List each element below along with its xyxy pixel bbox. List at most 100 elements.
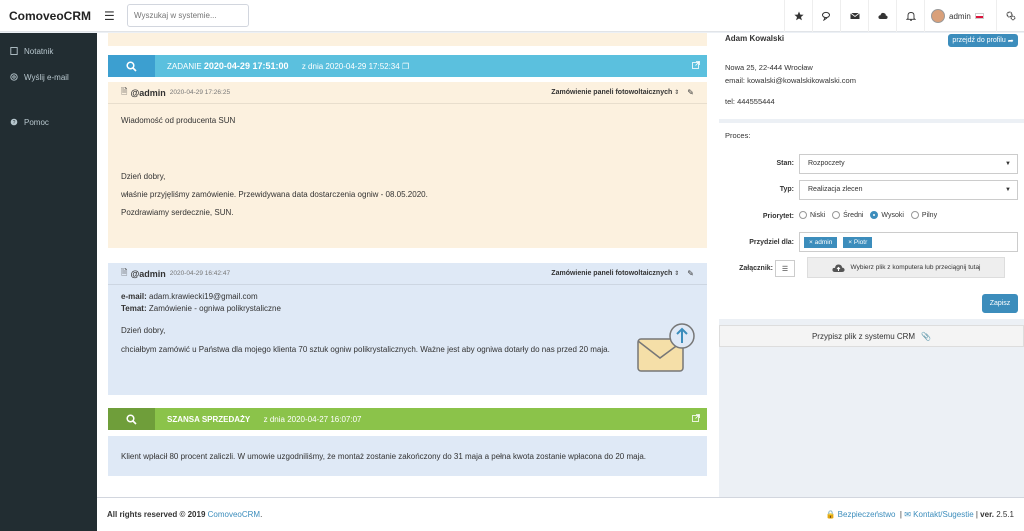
priority-radio-sredni[interactable]: Średni [832, 211, 863, 219]
message-line: Pozdrawiamy serdecznie, SUN. [121, 208, 234, 217]
opportunity-label: SZANSA SPRZEDAŻY [167, 414, 251, 424]
subject-label: Temat: [121, 304, 147, 313]
chat-icon[interactable] [812, 0, 840, 32]
dropdown-arrow-icon: ▼ [1005, 161, 1011, 167]
footer: All rights reserved © 2019 ComoveoCRM. 🔒… [97, 497, 1024, 531]
main-content: ZADANIE 2020-04-29 17:51:00 z dnia 2020-… [97, 33, 719, 497]
assign-input[interactable]: × admin × Piotr [799, 232, 1018, 252]
version-value: 2.5.1 [996, 510, 1014, 519]
sidebar: Notatnik Wyślij e-mail ? Pomoc [0, 33, 97, 531]
contact-email: email: kowalski@kowalskikowalski.com [725, 76, 856, 85]
note-text: Klient wpłacił 80 procent zaliczli. W um… [121, 452, 647, 461]
subject-value: Zamówienie - ogniwa polikrystaliczne [148, 304, 281, 313]
process-title: Proces: [725, 131, 751, 140]
share-icon: ➦ [1007, 37, 1014, 45]
contact-phone: tel: 444555444 [725, 97, 775, 106]
priority-radio-niski[interactable]: Niski [799, 211, 825, 219]
stan-select[interactable]: Rozpoczety ▼ [799, 154, 1018, 174]
caret-icon[interactable]: ⇕ [674, 270, 679, 277]
attach-label: Załącznik: [739, 265, 773, 272]
message-line: chciałbym zamówić u Państwa dla mojego k… [121, 345, 610, 354]
opportunity-header[interactable]: SZANSA SPRZEDAŻY z dnia 2020-04-27 16:07… [108, 408, 707, 430]
assign-label: Przydziel dla: [749, 239, 794, 246]
avatar [931, 9, 945, 23]
caret-icon[interactable]: ⇕ [674, 89, 679, 96]
email-value: adam.krawiecki19@gmail.com [149, 292, 258, 301]
upload-dropzone[interactable]: Wybierz plik z komputera lub przeciągnij… [807, 257, 1005, 278]
cloud-upload-icon [831, 263, 845, 272]
typ-select[interactable]: Realizacja zlecen ▼ [799, 180, 1018, 200]
message-card-client: 🗎 @admin 2020-04-29 16:42:47 Zamówienie … [108, 263, 707, 395]
message-category[interactable]: Zamówienie paneli fotowoltaicznych [551, 89, 672, 96]
star-icon[interactable] [784, 0, 812, 32]
sidebar-item-send-email[interactable]: Wyślij e-mail [0, 68, 97, 86]
message-card-supplier: 🗎 @admin 2020-04-29 17:26:25 Zamówienie … [108, 82, 707, 248]
message-line: właśnie przyjęliśmy zamówienie. Przewidy… [121, 190, 428, 199]
assign-file-button[interactable]: Przypisz plik z systemu CRM 📎 [719, 325, 1024, 347]
opportunity-from-prefix: z dnia [263, 414, 285, 424]
at-icon [10, 73, 18, 81]
priority-radio-wysoki[interactable]: Wysoki [870, 211, 904, 219]
typ-value: Realizacja zlecen [808, 186, 863, 193]
document-icon: 🗎 [121, 267, 128, 277]
profile-button[interactable]: przejdź do profilu ➦ [948, 34, 1018, 47]
assignee-tag[interactable]: × Piotr [843, 237, 873, 248]
document-icon: 🗎 [121, 86, 128, 96]
profile-button-label: przejdź do profilu [952, 37, 1006, 44]
edit-icon[interactable]: ✎ [687, 88, 694, 97]
copy-icon[interactable]: ❐ [402, 62, 409, 71]
email-upload-icon [637, 323, 695, 372]
sidebar-item-help[interactable]: ? Pomoc [0, 113, 97, 131]
contact-link[interactable]: ✉ Kontakt/Sugestie [904, 510, 973, 519]
save-button[interactable]: Zapisz [982, 294, 1018, 313]
message-line: Dzień dobry, [121, 326, 166, 335]
lock-icon: 🔒 [825, 510, 836, 519]
priority-radio-pilny[interactable]: Pilny [910, 211, 937, 219]
list-icon[interactable]: ☰ [775, 260, 795, 277]
edit-icon[interactable]: ✎ [687, 269, 694, 278]
cloud-icon[interactable] [868, 0, 896, 32]
priority-label: Priorytet: [762, 213, 794, 220]
right-panel: Adam Kowalski przejdź do profilu ➦ Nowa … [719, 33, 1024, 497]
menu-toggle-icon[interactable]: ☰ [104, 9, 115, 23]
contact-address: Nowa 25, 22-444 Wrocław [725, 63, 813, 72]
mail-icon[interactable] [840, 0, 868, 32]
task-header[interactable]: ZADANIE 2020-04-29 17:51:00 z dnia 2020-… [108, 55, 707, 77]
message-datetime: 2020-04-29 16:42:47 [169, 270, 231, 277]
dropdown-arrow-icon: ▼ [1005, 187, 1011, 193]
paperclip-icon: 📎 [921, 331, 932, 341]
notebook-icon [10, 47, 18, 55]
task-datetime: 2020-04-29 17:51:00 [203, 61, 289, 71]
opportunity-from-date: 2020-04-27 16:07:07 [287, 414, 362, 424]
opportunity-note: Klient wpłacił 80 procent zaliczli. W um… [108, 436, 707, 476]
message-author: @admin [130, 87, 166, 98]
sidebar-item-label: Pomoc [24, 117, 49, 127]
message-category[interactable]: Zamówienie paneli fotowoltaicznych [551, 270, 672, 277]
task-label: ZADANIE [167, 62, 202, 71]
sidebar-item-notatnik[interactable]: Notatnik [0, 42, 97, 60]
app-brand[interactable]: ComoveoCRM [9, 9, 91, 23]
email-label: e-mail: [121, 292, 147, 301]
contact-card: Adam Kowalski przejdź do profilu ➦ Nowa … [719, 33, 1024, 119]
search-icon [108, 55, 155, 77]
previous-item-stub [108, 33, 707, 46]
search-input[interactable] [127, 4, 249, 27]
process-card: Proces: Stan: Rozpoczety ▼ Typ: Realizacj… [719, 123, 1024, 319]
task-from-prefix: z dnia [301, 62, 324, 71]
contact-name: Adam Kowalski [725, 34, 785, 43]
footer-rights: All rights reserved © 2019 [107, 510, 206, 519]
priority-radios: Niski Średni Wysoki Pilny [799, 211, 944, 219]
message-datetime: 2020-04-29 17:26:25 [169, 89, 231, 96]
bell-icon[interactable] [896, 0, 924, 32]
message-line: Dzień dobry, [121, 172, 166, 181]
sidebar-item-label: Notatnik [24, 46, 54, 56]
stan-label: Stan: [776, 160, 795, 167]
external-link-icon[interactable] [692, 414, 700, 424]
footer-brand-link[interactable]: ComoveoCRM [208, 510, 260, 519]
user-menu[interactable]: admin [924, 0, 996, 32]
assignee-tag[interactable]: × admin [804, 237, 838, 248]
external-link-icon[interactable] [692, 61, 700, 71]
settings-icon[interactable] [996, 0, 1024, 32]
security-link[interactable]: 🔒 Bezpieczeństwo [825, 510, 895, 519]
flag-pl-icon[interactable] [974, 13, 984, 19]
